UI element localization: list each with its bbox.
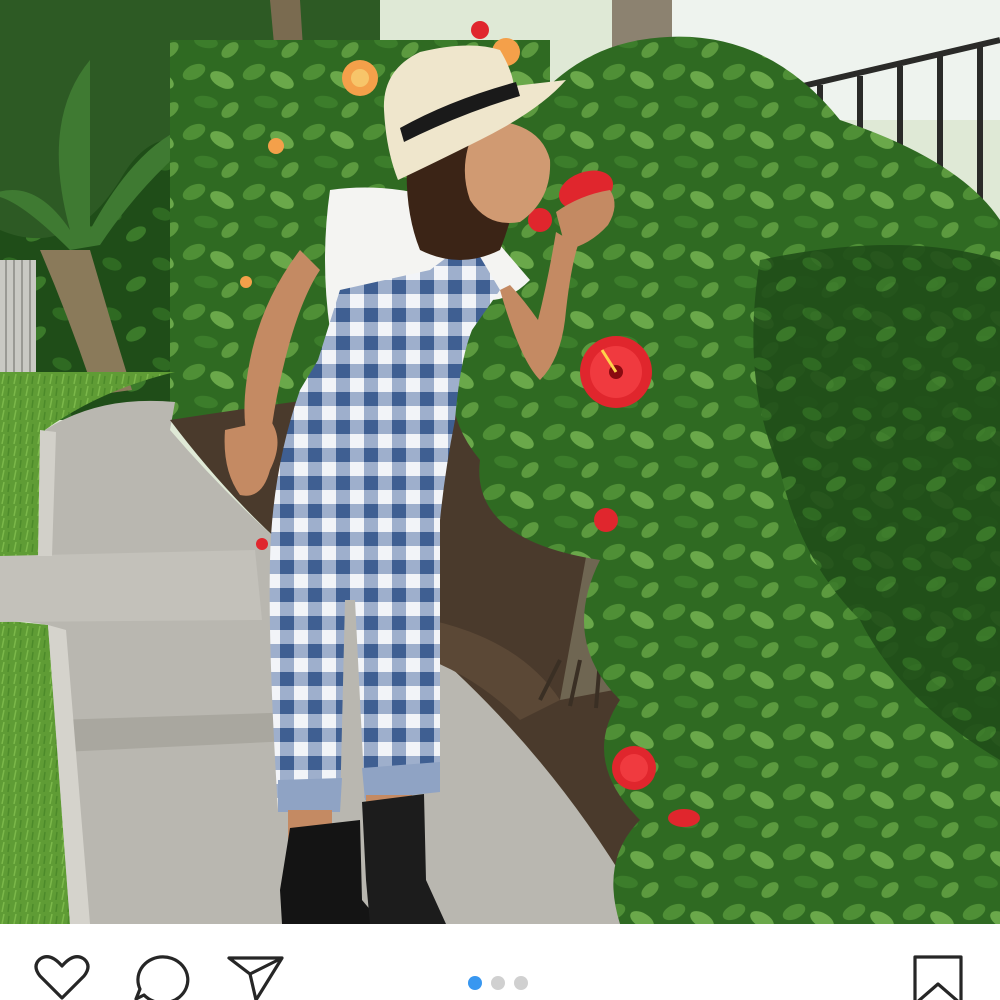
carousel-dot[interactable]: [468, 976, 482, 990]
post-photo[interactable]: [0, 0, 1000, 924]
carousel-dot[interactable]: [491, 976, 505, 990]
photo-illustration: [0, 0, 1000, 924]
speech-bubble-icon: [134, 955, 190, 1000]
comment-button[interactable]: [130, 954, 190, 1000]
post-action-bar: [0, 924, 1000, 1000]
heart-icon: [34, 955, 90, 1000]
carousel-indicator: [468, 976, 528, 990]
like-button[interactable]: [32, 954, 92, 1000]
bookmark-icon: [913, 955, 963, 1000]
save-button[interactable]: [910, 954, 970, 1000]
share-button[interactable]: [226, 954, 286, 1000]
carousel-dot[interactable]: [514, 976, 528, 990]
paper-plane-icon: [227, 956, 284, 1000]
